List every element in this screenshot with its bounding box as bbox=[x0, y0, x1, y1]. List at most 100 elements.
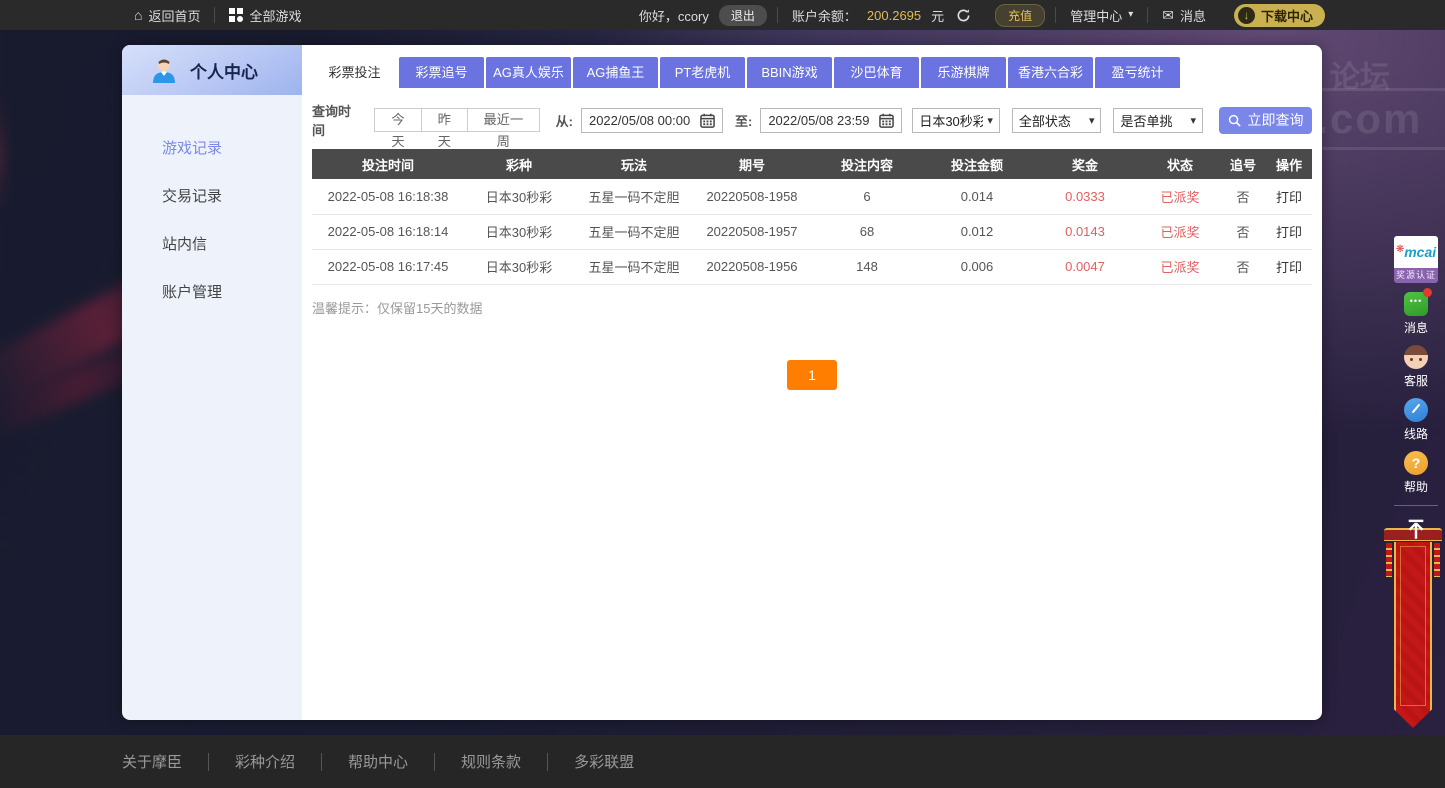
table-row: 2022-05-08 16:17:45 日本30秒彩 五星一码不定胆 20220… bbox=[312, 249, 1312, 285]
calendar-icon[interactable] bbox=[879, 113, 895, 128]
tab-bbin-games[interactable]: BBIN游戏 bbox=[747, 57, 832, 88]
chevron-down-icon: ▾ bbox=[1190, 114, 1197, 127]
watermark-text: 论坛 bbox=[1330, 61, 1390, 94]
sidebar-title: 个人中心 bbox=[190, 62, 258, 82]
prize-source-badge: 奖源认证 bbox=[1394, 268, 1438, 283]
logout-button[interactable]: 退出 bbox=[718, 4, 767, 26]
tab-hk-mark6[interactable]: 香港六合彩 bbox=[1008, 57, 1093, 88]
recharge-button[interactable]: 充值 bbox=[995, 3, 1046, 27]
col-header-issue: 期号 bbox=[694, 149, 810, 179]
banner-scroll bbox=[1394, 542, 1432, 728]
quick-yesterday-button[interactable]: 昨天 bbox=[420, 108, 468, 149]
widget-service-button[interactable]: 客服 bbox=[1394, 345, 1438, 389]
divider bbox=[208, 752, 210, 771]
quick-today-button[interactable]: 今天 bbox=[374, 108, 422, 149]
cell-prize: 0.0333 bbox=[1030, 179, 1140, 215]
cell-play: 五星一码不定胆 bbox=[574, 214, 694, 250]
status-select[interactable]: 全部状态 ▾ bbox=[1011, 107, 1102, 133]
help-icon: ? bbox=[1404, 451, 1428, 475]
envelope-icon: ✉ bbox=[1162, 7, 1174, 23]
widget-help-button[interactable]: ? 帮助 bbox=[1394, 451, 1438, 495]
widget-messages-label: 消息 bbox=[1403, 321, 1428, 335]
mcai-logo[interactable]: ❋mcai bbox=[1394, 236, 1438, 268]
tab-ag-fishing[interactable]: AG捕鱼王 bbox=[573, 57, 658, 88]
admin-center-menu[interactable]: 管理中心 ▾ bbox=[1056, 0, 1147, 30]
widget-messages-button[interactable]: 消息 bbox=[1394, 288, 1438, 336]
query-submit-button[interactable]: 立即查询 bbox=[1219, 106, 1312, 134]
footer-link-help-center[interactable]: 帮助中心 bbox=[348, 751, 408, 772]
all-games-link[interactable]: 全部游戏 bbox=[215, 0, 315, 30]
cell-amount: 0.012 bbox=[924, 214, 1030, 250]
tab-lottery-chase[interactable]: 彩票追号 bbox=[399, 57, 484, 88]
cell-lottery: 日本30秒彩 bbox=[464, 214, 574, 250]
cell-bet-time: 2022-05-08 16:18:38 bbox=[312, 179, 464, 215]
sidebar-item-site-mail[interactable]: 站内信 bbox=[122, 221, 302, 269]
print-link[interactable]: 打印 bbox=[1276, 260, 1302, 275]
col-header-prize: 奖金 bbox=[1030, 149, 1140, 179]
col-header-chase: 追号 bbox=[1220, 149, 1266, 179]
refresh-balance-icon[interactable] bbox=[956, 8, 971, 23]
tab-saba-sports[interactable]: 沙巴体育 bbox=[834, 57, 919, 88]
from-label: 从: bbox=[555, 113, 573, 129]
sidebar: 个人中心 游戏记录 交易记录 站内信 账户管理 bbox=[122, 45, 302, 720]
cell-prize: 0.0047 bbox=[1030, 249, 1140, 285]
to-date-input[interactable] bbox=[768, 112, 873, 128]
home-link[interactable]: ⌂ 返回首页 bbox=[120, 0, 214, 30]
firecracker-decoration bbox=[1386, 543, 1392, 577]
main-panel: 个人中心 游戏记录 交易记录 站内信 账户管理 彩票投注 彩票追号 AG真人娱乐… bbox=[122, 45, 1322, 720]
print-link[interactable]: 打印 bbox=[1276, 190, 1302, 205]
widget-help-label: 帮助 bbox=[1403, 480, 1428, 494]
to-label: 至: bbox=[734, 113, 753, 129]
chevron-down-icon: ▾ bbox=[987, 114, 993, 127]
balance-value: 200.2695 bbox=[866, 7, 922, 23]
col-header-bet-time: 投注时间 bbox=[312, 149, 464, 179]
cell-bet-time: 2022-05-08 16:18:14 bbox=[312, 214, 464, 250]
footer-link-lottery-intro[interactable]: 彩种介绍 bbox=[235, 751, 295, 772]
sidebar-header: 个人中心 bbox=[122, 45, 302, 95]
col-header-content: 投注内容 bbox=[810, 149, 924, 179]
footer-link-alliance[interactable]: 多彩联盟 bbox=[574, 751, 634, 772]
footer-link-rules[interactable]: 规则条款 bbox=[461, 751, 521, 772]
cell-chase: 否 bbox=[1220, 214, 1266, 250]
tab-profit-stats[interactable]: 盈亏统计 bbox=[1095, 57, 1180, 88]
tab-pt-slots[interactable]: PT老虎机 bbox=[660, 57, 745, 88]
single-pick-select[interactable]: 是否单挑 ▾ bbox=[1113, 107, 1204, 133]
download-center-button[interactable]: ↓ 下载中心 bbox=[1233, 3, 1325, 27]
single-pick-select-value: 是否单挑 bbox=[1120, 113, 1173, 129]
greeting-text: 你好，ccory bbox=[638, 8, 709, 24]
lottery-select[interactable]: 日本30秒彩 ▾ bbox=[912, 107, 1000, 133]
messages-link[interactable]: ✉ 消息 bbox=[1148, 0, 1220, 30]
footer-link-about[interactable]: 关于摩臣 bbox=[122, 751, 182, 772]
calendar-icon[interactable] bbox=[700, 113, 715, 128]
cell-play: 五星一码不定胆 bbox=[574, 179, 694, 215]
floating-sidebar-widget: ❋mcai 奖源认证 消息 客服 线路 ? 帮助 bbox=[1394, 236, 1438, 545]
chevron-down-icon: ▾ bbox=[1128, 9, 1134, 20]
quick-lastweek-button[interactable]: 最近一周 bbox=[467, 108, 540, 149]
sidebar-item-account-management[interactable]: 账户管理 bbox=[122, 269, 302, 317]
cell-issue: 20220508-1957 bbox=[694, 214, 810, 250]
sidebar-item-game-records[interactable]: 游戏记录 bbox=[122, 125, 302, 173]
speed-gauge-icon bbox=[1404, 398, 1428, 422]
chat-icon bbox=[1404, 288, 1432, 316]
print-link[interactable]: 打印 bbox=[1276, 225, 1302, 240]
from-date-input[interactable] bbox=[588, 112, 693, 128]
quick-range-group: 今天 昨天 最近一周 bbox=[374, 108, 540, 149]
tab-leyou-chess[interactable]: 乐游棋牌 bbox=[921, 57, 1006, 88]
back-to-top-button[interactable] bbox=[1394, 505, 1438, 545]
pagination-page-1[interactable]: 1 bbox=[787, 359, 837, 390]
widget-lines-button[interactable]: 线路 bbox=[1394, 398, 1438, 442]
table-header-row: 投注时间 彩种 玩法 期号 投注内容 投注金额 奖金 状态 追号 操作 bbox=[312, 149, 1312, 179]
cell-play: 五星一码不定胆 bbox=[574, 249, 694, 285]
cell-amount: 0.006 bbox=[924, 249, 1030, 285]
sidebar-item-transaction-records[interactable]: 交易记录 bbox=[122, 173, 302, 221]
col-header-amount: 投注金额 bbox=[924, 149, 1030, 179]
from-date-field bbox=[580, 107, 723, 133]
tab-lottery-bets[interactable]: 彩票投注 bbox=[312, 57, 397, 88]
cell-prize: 0.0143 bbox=[1030, 214, 1140, 250]
widget-lines-label: 线路 bbox=[1403, 427, 1428, 441]
query-time-label: 查询时间 bbox=[312, 104, 352, 138]
tab-ag-live[interactable]: AG真人娱乐 bbox=[486, 57, 571, 88]
table-row: 2022-05-08 16:18:14 日本30秒彩 五星一码不定胆 20220… bbox=[312, 214, 1312, 250]
home-icon: ⌂ bbox=[134, 7, 143, 23]
cell-amount: 0.014 bbox=[924, 179, 1030, 215]
